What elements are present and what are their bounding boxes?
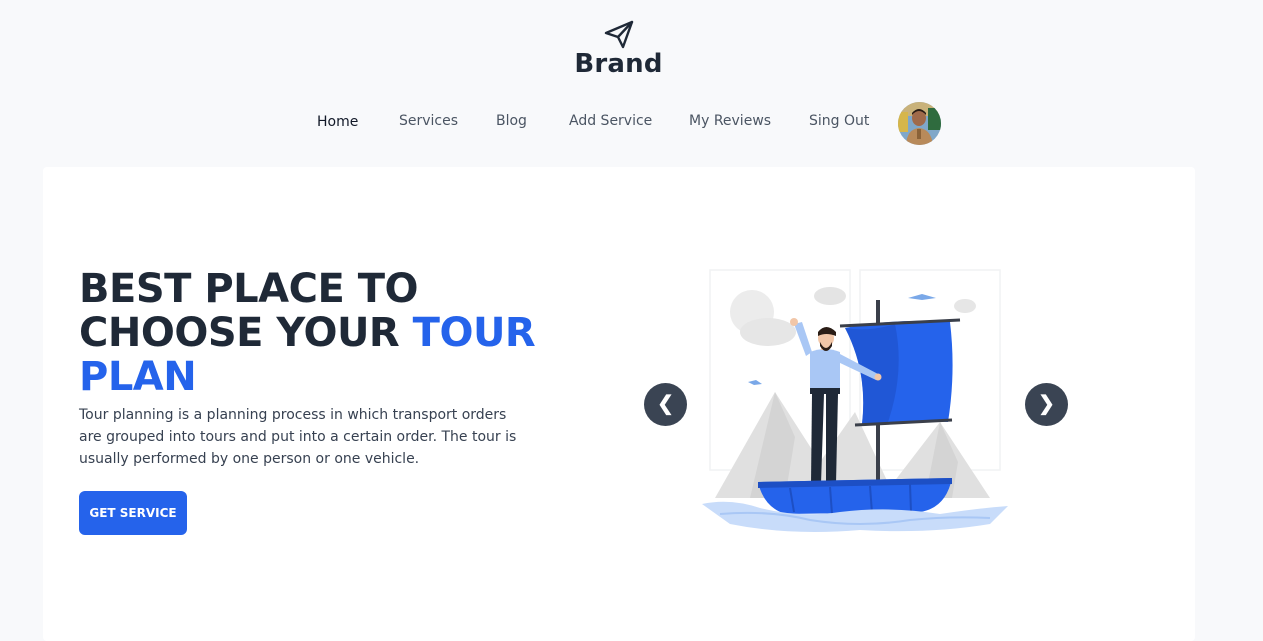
carousel-next-button[interactable]: ❯ [1025, 383, 1068, 426]
hero-description: Tour planning is a planning process in w… [79, 407, 517, 467]
nav-services[interactable]: Services [399, 113, 458, 129]
carousel-prev-button[interactable]: ❮ [644, 383, 687, 426]
nav-my-reviews[interactable]: My Reviews [689, 113, 771, 129]
hero-title-line2: CHOOSE YOUR [79, 310, 413, 356]
nav-blog[interactable]: Blog [496, 113, 527, 129]
hero-title-accent-plan: PLAN [79, 354, 197, 400]
nav-home[interactable]: Home [317, 114, 358, 130]
nav-sign-out[interactable]: Sing Out [809, 113, 869, 129]
paper-plane-icon[interactable] [603, 20, 635, 50]
sailing-boat-illustration [702, 269, 1008, 532]
hero-title-line1: BEST PLACE TO [79, 266, 419, 312]
hero-title: BEST PLACE TO CHOOSE YOUR TOUR PLAN [79, 267, 579, 399]
get-service-button[interactable]: GET SERVICE [79, 491, 187, 535]
site-header: Brand Home Services Blog Add Service My … [0, 0, 1263, 160]
hero-title-accent-tour: TOUR [412, 310, 536, 356]
avatar[interactable] [898, 102, 941, 145]
brand-name[interactable]: Brand [0, 49, 1237, 79]
nav-add-service[interactable]: Add Service [569, 113, 652, 129]
